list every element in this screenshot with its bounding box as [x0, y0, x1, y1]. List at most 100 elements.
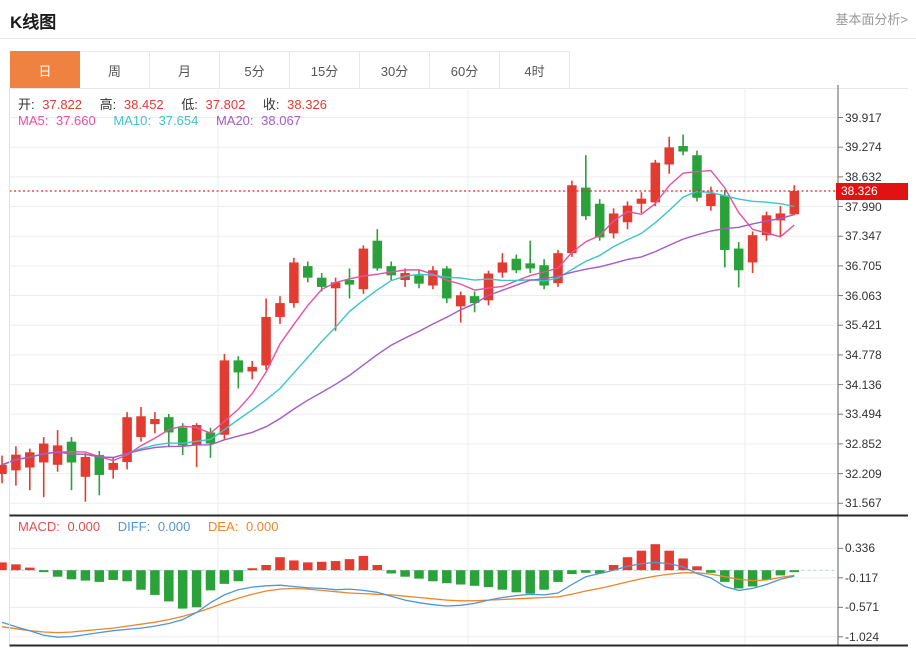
macd-bar [428, 570, 438, 581]
macd-bar [539, 570, 549, 590]
ma5-label: MA5: [18, 113, 48, 128]
macd-bar [470, 570, 480, 586]
candle-up [289, 262, 299, 303]
macd-bar [498, 570, 508, 590]
low-value: 37.802 [206, 97, 246, 112]
macd-bar [553, 570, 563, 582]
macd-bar [651, 544, 661, 570]
candle-up [275, 303, 285, 317]
macd-label: MACD: [18, 519, 60, 534]
macd-bar [303, 562, 313, 570]
macd-bar [11, 564, 21, 570]
tab-day[interactable]: 日 [10, 51, 80, 88]
diff-value: 0.000 [158, 519, 191, 534]
macd-bar [345, 559, 355, 570]
macd-bar [442, 570, 452, 583]
dea-value: 0.000 [246, 519, 279, 534]
candle-down [206, 432, 216, 443]
ohlc-readout: 开: 37.822 高: 38.452 低: 37.802 收: 38.326 [18, 94, 331, 113]
candle-up [53, 445, 63, 464]
ma10-value: 37.654 [159, 113, 199, 128]
macd-bar [0, 562, 7, 570]
tab-month[interactable]: 月 [150, 51, 220, 88]
macd-bar [456, 570, 466, 584]
macd-bar [247, 568, 257, 570]
macd-value: 0.000 [68, 519, 101, 534]
candle-up [136, 416, 146, 437]
candle-down [303, 266, 313, 278]
period-tab-bar: 日 周 月 5分 15分 30分 60分 4时 [10, 51, 570, 88]
candle-down [525, 263, 535, 268]
macd-bar [95, 570, 105, 582]
candle-down [734, 249, 744, 271]
tab-60min[interactable]: 60分 [430, 51, 500, 88]
candle-up [81, 457, 91, 477]
ma-readout: MA5: 37.660 MA10: 37.654 MA20: 38.067 [18, 113, 305, 128]
tab-5min[interactable]: 5分 [220, 51, 290, 88]
tab-week[interactable]: 周 [80, 51, 150, 88]
macd-bar [67, 570, 77, 579]
macd-bar [567, 570, 577, 574]
macd-bar [748, 570, 758, 586]
ma10-line [2, 192, 794, 465]
macd-bar [81, 570, 91, 580]
macd-bar [275, 557, 285, 570]
candle-up [651, 163, 661, 203]
macd-bar [331, 561, 341, 570]
macd-bar [25, 568, 35, 571]
macd-bar [400, 570, 410, 577]
ma5-value: 37.660 [56, 113, 96, 128]
macd-bar [164, 570, 174, 601]
macd-bar [261, 565, 271, 570]
candle-up [664, 147, 674, 164]
macd-bar [790, 570, 800, 572]
tab-15min[interactable]: 15分 [290, 51, 360, 88]
open-value: 37.822 [42, 97, 82, 112]
last-price-tag: 38.326 [836, 183, 908, 200]
ma20-label: MA20: [216, 113, 254, 128]
macd-bar [359, 556, 369, 570]
dea-line [2, 573, 794, 633]
candle-up [748, 235, 758, 262]
macd-bar [414, 570, 424, 578]
macd-bar [581, 570, 591, 573]
candle-up [108, 463, 118, 470]
candle-up [790, 191, 800, 214]
macd-bar [512, 570, 522, 592]
candle-down [373, 241, 383, 269]
candle-up [25, 452, 35, 467]
candle-down [720, 195, 730, 250]
ma5-line [2, 171, 794, 465]
candle-up [484, 274, 494, 301]
candle-down [317, 278, 327, 287]
candle-up [150, 419, 160, 424]
macd-bar [150, 570, 160, 595]
candle-up [359, 249, 369, 290]
macd-bar [234, 570, 244, 581]
macd-bar [206, 570, 216, 590]
candle-up [0, 465, 7, 474]
tab-30min[interactable]: 30分 [360, 51, 430, 88]
candle-down [678, 146, 688, 152]
candle-up [456, 295, 466, 306]
macd-bar [192, 570, 202, 607]
candle-up [609, 213, 619, 233]
macd-bar [317, 562, 327, 570]
candle-down [512, 259, 522, 271]
macd-bar [525, 570, 535, 593]
high-label: 高: [100, 97, 117, 112]
macd-bar [623, 557, 633, 570]
candle-up [567, 185, 577, 253]
open-label: 开: [18, 97, 35, 112]
candle-down [539, 265, 549, 285]
dea-label: DEA: [208, 519, 238, 534]
close-label: 收: [263, 97, 280, 112]
macd-bar [692, 566, 702, 570]
macd-bar [637, 551, 647, 571]
macd-readout: MACD: 0.000 DIFF: 0.000 DEA: 0.000 [18, 519, 283, 534]
macd-bar [386, 570, 396, 573]
high-value: 38.452 [124, 97, 164, 112]
ma20-line [2, 215, 794, 465]
tab-4hour[interactable]: 4时 [500, 51, 570, 88]
macd-bar [220, 570, 230, 584]
